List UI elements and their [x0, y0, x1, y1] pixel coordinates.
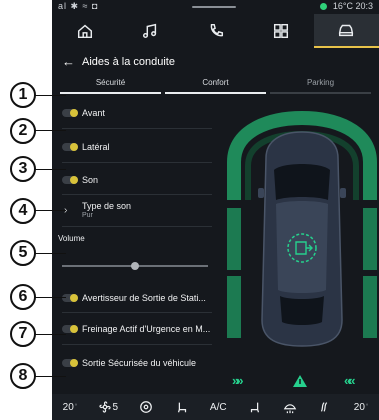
- rear-window: [280, 296, 324, 325]
- tab-confort[interactable]: Confort: [165, 78, 266, 94]
- clock: 20:3: [355, 1, 373, 11]
- tab-phone[interactable]: [183, 14, 248, 48]
- toggle-avertisseur-sortie[interactable]: [62, 294, 78, 302]
- toggle-lateral[interactable]: [62, 143, 78, 151]
- callout-6: 6: [10, 284, 36, 310]
- car-roof: [276, 201, 328, 293]
- callout-1: 1: [10, 82, 36, 108]
- callout-leader: [34, 169, 66, 170]
- callout-8: 8: [10, 363, 36, 389]
- callout-4: 4: [10, 198, 36, 224]
- volume-slider-knob[interactable]: [131, 262, 139, 270]
- temp-left[interactable]: 20 °: [63, 402, 78, 413]
- right-side-sensor: [363, 208, 377, 270]
- outside-temperature: 16°C: [332, 1, 353, 11]
- music-icon: [143, 23, 157, 39]
- home-icon: [77, 24, 92, 39]
- callout-leader: [34, 95, 66, 96]
- status-right: 16°C 20:3: [320, 1, 373, 11]
- right-mirror: [340, 188, 346, 198]
- back-arrow-icon[interactable]: ←: [62, 54, 75, 69]
- climate-bar: 20 ° 5 A/C 20 °: [52, 394, 379, 420]
- toggle-freinage-actif[interactable]: [62, 325, 78, 333]
- item-avant-label: Avant: [82, 108, 105, 118]
- fan-icon: [99, 401, 112, 413]
- page-title: Aides à la conduite: [82, 56, 175, 68]
- tab-music[interactable]: [117, 14, 182, 48]
- callout-leader: [34, 210, 66, 211]
- infotainment-screen: al ✱ ≈ ◘ 16°C 20:3 ← Aides à la conduite…: [52, 0, 379, 420]
- toggle-sortie-securisee[interactable]: [62, 359, 78, 367]
- left-side-sensor: [227, 276, 241, 338]
- item-type-de-son-label[interactable]: Type de son: [82, 201, 131, 211]
- callout-leader: [34, 130, 66, 131]
- item-son-label: Son: [82, 175, 99, 185]
- page-header: ← Aides à la conduite: [52, 50, 379, 72]
- status-icons: al ✱ ≈ ◘: [58, 1, 99, 11]
- item-freinage-label: Freinage Actif d'Urgence en M...: [82, 324, 211, 334]
- toggle-avant[interactable]: [62, 109, 78, 117]
- right-side-sensor: [363, 276, 377, 338]
- tab-securite[interactable]: Sécurité: [60, 78, 161, 94]
- divider: [62, 128, 212, 129]
- left-mirror: [258, 188, 264, 198]
- status-handle[interactable]: [192, 6, 236, 8]
- parking-sensor-diagram: [227, 110, 377, 347]
- item-sortie-securisee-label: Sortie Sécurisée du véhicule: [82, 358, 197, 368]
- callout-5: 5: [10, 240, 36, 266]
- item-avertisseur-label: Avertisseur de Sortie de Stati...: [82, 293, 206, 303]
- tab-vehicle[interactable]: [313, 14, 379, 48]
- divider: [62, 162, 212, 163]
- callout-7: 7: [10, 321, 36, 347]
- chevrons-right-icon: »»: [232, 373, 244, 388]
- volume-label: Volume: [58, 234, 85, 243]
- callout-leader: [34, 297, 66, 298]
- toggle-son[interactable]: [62, 176, 78, 184]
- tab-parking[interactable]: Parking: [270, 78, 371, 94]
- car-icon: [339, 24, 354, 37]
- fan-speed[interactable]: 5: [98, 400, 118, 414]
- phone-icon: [210, 23, 223, 37]
- callout-leader: [34, 253, 66, 254]
- callout-leader: [34, 334, 66, 335]
- top-navigation: [52, 14, 379, 48]
- defrost-icon[interactable]: [283, 400, 297, 414]
- tab-apps[interactable]: [248, 14, 313, 48]
- divider: [62, 226, 212, 227]
- callout-3: 3: [10, 156, 36, 182]
- windshield: [274, 164, 330, 200]
- divider: [62, 344, 212, 345]
- status-bar: al ✱ ≈ ◘ 16°C 20:3: [52, 0, 379, 14]
- temp-right[interactable]: 20 °: [354, 402, 369, 413]
- volume-slider[interactable]: [62, 262, 208, 270]
- seat-heat-icon[interactable]: [318, 400, 332, 414]
- chevrons-left-icon: ««: [344, 373, 356, 388]
- tab-home[interactable]: [52, 14, 117, 48]
- apps-grid-icon: [273, 23, 288, 39]
- divider: [62, 194, 212, 195]
- item-lateral-label: Latéral: [82, 142, 110, 152]
- item-type-de-son-value: Pur: [82, 212, 93, 219]
- left-side-sensor: [227, 208, 241, 270]
- pedestrian-warning-icon: [293, 375, 307, 387]
- divider: [62, 312, 212, 313]
- callout-2: 2: [10, 118, 36, 144]
- seat-heat-left-icon[interactable]: [175, 400, 189, 414]
- status-dot-icon: [320, 3, 328, 10]
- sub-tabs: Sécurité Confort Parking: [58, 78, 373, 94]
- callout-leader: [34, 376, 66, 377]
- ac-button[interactable]: A/C: [210, 402, 227, 413]
- steering-heat-icon[interactable]: [139, 400, 153, 414]
- seat-heat-right-icon[interactable]: [248, 400, 262, 414]
